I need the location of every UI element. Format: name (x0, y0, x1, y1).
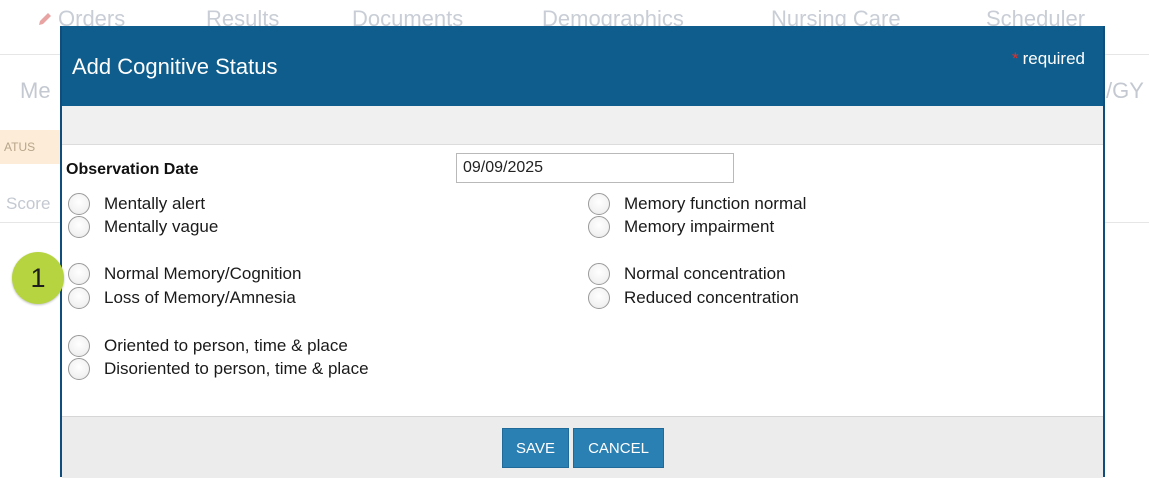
observation-date-label: Observation Date (66, 161, 199, 178)
step-marker: 1 (12, 252, 64, 304)
radio-label: Memory impairment (624, 217, 775, 236)
radio-button[interactable] (68, 358, 90, 380)
radio-label: Normal Memory/Cognition (104, 264, 302, 283)
radio-label: Reduced concentration (624, 288, 799, 307)
radio-label: Oriented to person, time & place (104, 336, 348, 355)
dialog-header: Add Cognitive Status * required (62, 26, 1103, 106)
required-legend: * required (1012, 49, 1085, 69)
required-text: required (1022, 49, 1085, 68)
background-subnav-right: /GY (1106, 78, 1144, 103)
dialog-toolbar (62, 106, 1103, 145)
radio-label: Disoriented to person, time & place (104, 359, 369, 378)
radio-button[interactable] (68, 216, 90, 238)
radio-button[interactable] (68, 263, 90, 285)
radio-label: Loss of Memory/Amnesia (104, 288, 296, 307)
pencil-icon (39, 13, 51, 25)
radio-button[interactable] (588, 216, 610, 238)
background-score-label: Score (6, 194, 51, 213)
required-star: * (1012, 49, 1019, 68)
radio-button[interactable] (588, 193, 610, 215)
radio-button[interactable] (68, 193, 90, 215)
add-cognitive-status-dialog: Add Cognitive Status * required Observati… (60, 26, 1105, 478)
radio-label: Normal concentration (624, 264, 786, 283)
observation-date-input[interactable] (456, 153, 734, 183)
radio-button[interactable] (588, 263, 610, 285)
radio-button[interactable] (588, 287, 610, 309)
dialog-title: Add Cognitive Status (72, 54, 278, 79)
dialog-footer: SAVE CANCEL (62, 416, 1103, 478)
radio-label: Mentally alert (104, 194, 206, 213)
radio-label: Memory function normal (624, 194, 807, 213)
cancel-button[interactable]: CANCEL (573, 428, 664, 468)
background-subnav-left: Me (20, 78, 51, 103)
radio-button[interactable] (68, 335, 90, 357)
radio-button[interactable] (68, 287, 90, 309)
background-status-chip: ATUS (0, 130, 60, 164)
save-button[interactable]: SAVE (502, 428, 569, 468)
radio-label: Mentally vague (104, 217, 219, 236)
